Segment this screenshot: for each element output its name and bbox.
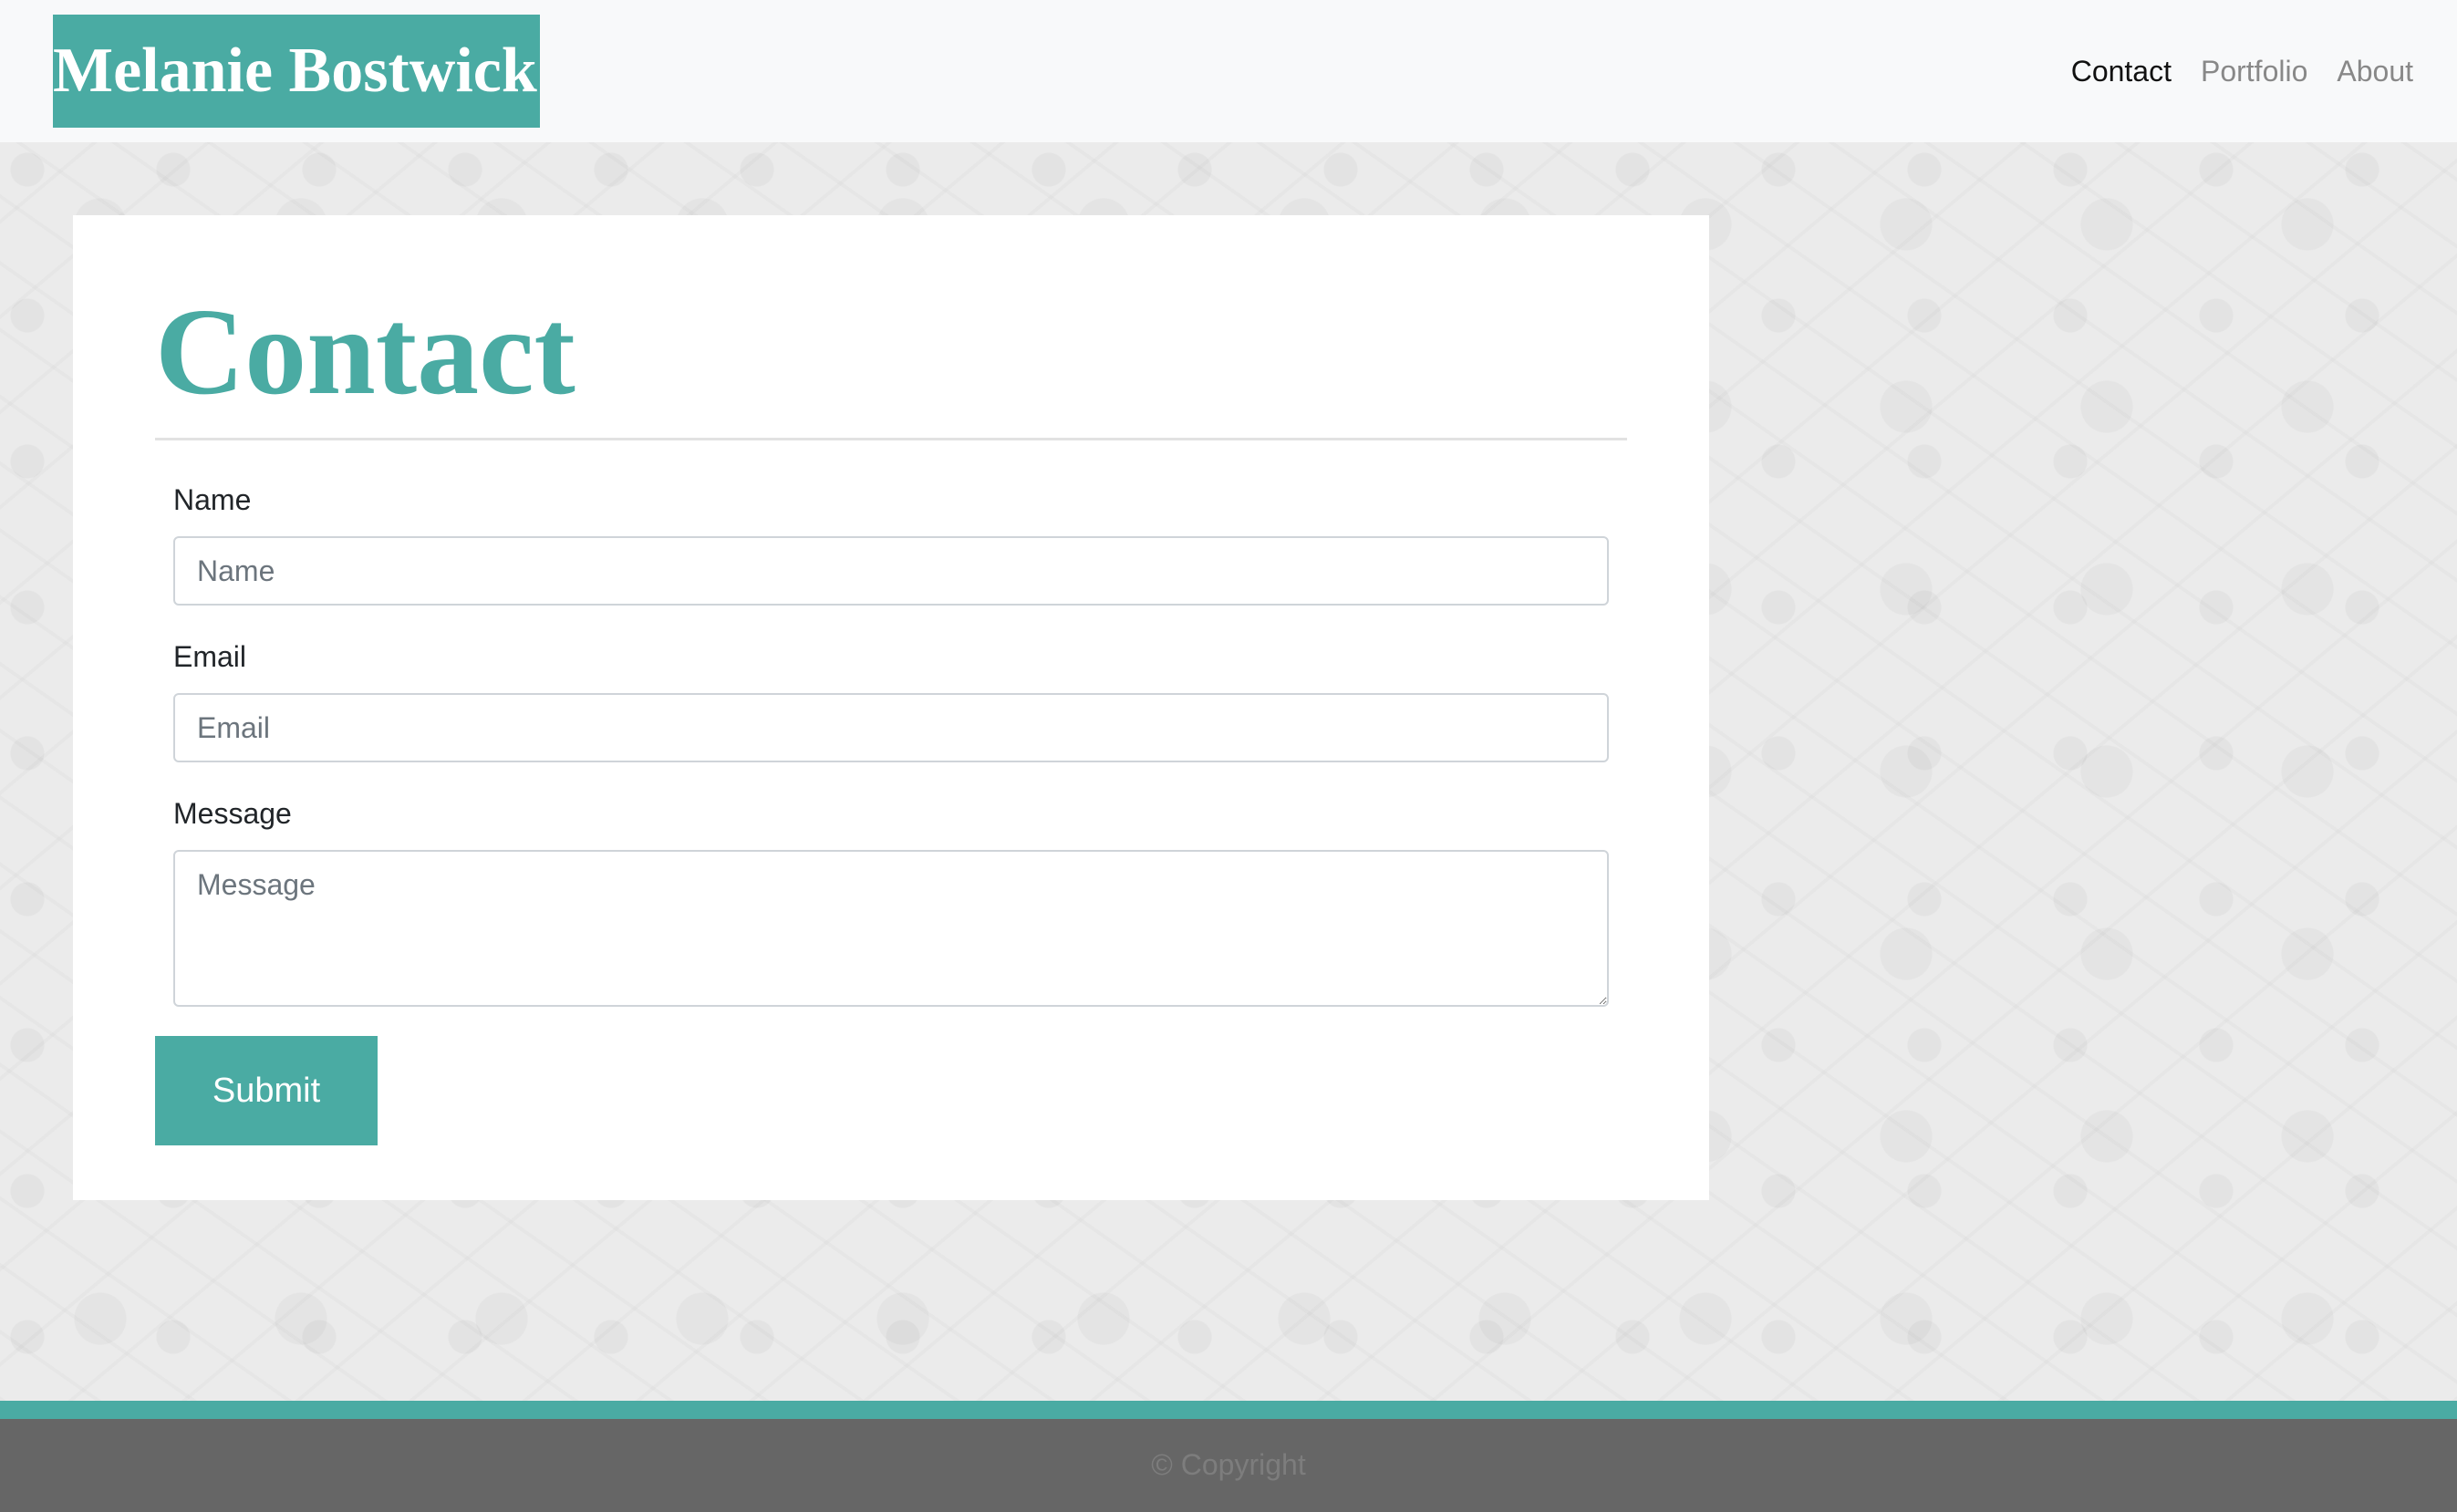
brand-logo[interactable]: Melanie Bostwick: [53, 15, 540, 128]
submit-button[interactable]: Submit: [155, 1036, 378, 1145]
contact-card: Contact Name Email Message Submit: [73, 215, 1709, 1200]
top-navbar: Melanie Bostwick Contact Portfolio About: [0, 0, 2457, 142]
nav-link-contact[interactable]: Contact: [2071, 46, 2172, 97]
email-input[interactable]: [173, 693, 1609, 762]
footer: © Copyright: [0, 1419, 2457, 1512]
name-label: Name: [173, 483, 252, 516]
message-textarea[interactable]: [173, 850, 1609, 1007]
title-divider: [155, 438, 1627, 440]
footer-accent-bar: [0, 1401, 2457, 1419]
message-label: Message: [173, 797, 292, 830]
nav-link-about[interactable]: About: [2337, 46, 2413, 97]
name-input[interactable]: [173, 536, 1609, 606]
nav-links: Contact Portfolio About: [2071, 46, 2413, 97]
copyright-text: © Copyright: [1151, 1448, 1306, 1481]
nav-link-portfolio[interactable]: Portfolio: [2201, 46, 2307, 97]
email-label: Email: [173, 640, 247, 673]
page-title: Contact: [155, 284, 575, 420]
